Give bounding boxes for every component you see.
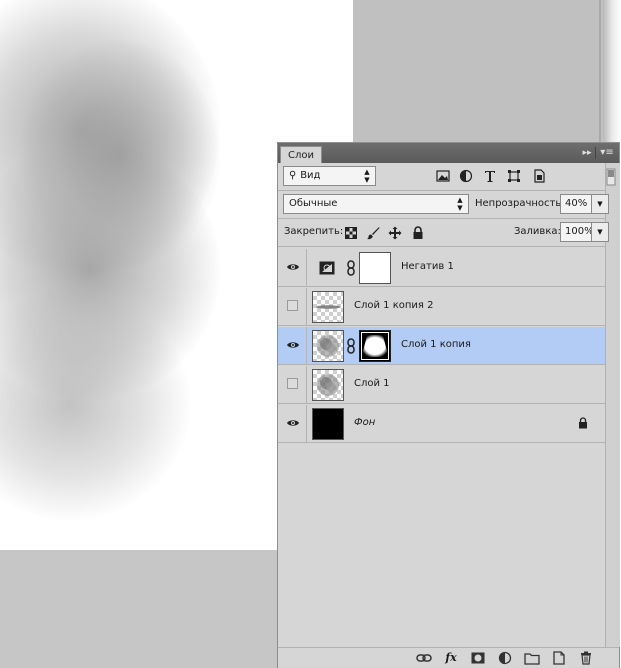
lock-position-icon[interactable] [388, 226, 402, 240]
layer-row-layer-1[interactable]: Слой 1 [278, 366, 605, 404]
layer-row-layer-1-copy[interactable]: Слой 1 копия [278, 327, 605, 365]
streak-thumbnail-content [316, 305, 340, 309]
visibility-toggle[interactable] [278, 249, 307, 286]
fill-dropdown-arrow-icon[interactable]: ▼ [591, 222, 609, 242]
layer-mask-thumbnail[interactable] [359, 330, 391, 362]
divider [278, 190, 605, 191]
eye-icon [287, 420, 299, 426]
layer-row-layer-1-copy-2[interactable]: Слой 1 копия 2 [278, 288, 605, 326]
eye-icon [287, 342, 299, 348]
fx-icon[interactable]: fx [443, 651, 459, 665]
dropdown-arrows-icon: ▲ ▼ [364, 168, 370, 184]
lock-label: Закрепить: [284, 226, 344, 237]
dropdown-arrows-icon: ▲ ▼ [457, 196, 463, 212]
layer-name: Негатив 1 [401, 261, 454, 272]
collapse-panel-icon[interactable]: ▸▸ [579, 145, 595, 161]
adjustment-filter-icon[interactable] [459, 169, 473, 183]
layer-name: Фон [354, 417, 376, 428]
workspace-background [0, 550, 280, 668]
adjustment-layer-icon [319, 261, 335, 275]
filter-kind-label: Вид [300, 170, 321, 181]
layer-name: Слой 1 [354, 378, 390, 389]
new-adjustment-icon[interactable] [497, 651, 513, 665]
lock-icon [579, 417, 587, 429]
layer-name: Слой 1 копия 2 [354, 300, 434, 311]
lock-image-pixels-icon[interactable] [366, 226, 380, 240]
layers-bottom-toolbar: fx [278, 647, 619, 668]
canvas-cloud-blur [20, 40, 220, 270]
filter-toggle-switch[interactable] [606, 168, 616, 186]
smart-object-filter-icon[interactable] [532, 169, 546, 183]
visibility-toggle[interactable] [278, 327, 307, 364]
shape-filter-icon[interactable] [507, 169, 521, 183]
mask-link-icon[interactable] [347, 338, 355, 354]
visibility-toggle[interactable] [278, 405, 307, 442]
layer-thumbnail[interactable] [312, 369, 344, 401]
visibility-off-box [287, 300, 298, 311]
visibility-toggle[interactable] [278, 288, 307, 325]
mask-link-icon[interactable] [347, 260, 355, 276]
blend-mode-dropdown[interactable]: Обычные ▲ ▼ [283, 194, 469, 214]
layer-mask-thumbnail[interactable] [359, 252, 391, 284]
layer-name: Слой 1 копия [401, 339, 471, 350]
opacity-field[interactable]: 40% [560, 194, 592, 214]
layer-row-background[interactable]: Фон [278, 405, 605, 443]
blend-mode-label: Обычные [289, 198, 338, 209]
add-mask-icon[interactable] [470, 651, 486, 665]
visibility-toggle[interactable] [278, 366, 307, 403]
opacity-dropdown-arrow-icon[interactable]: ▼ [591, 194, 609, 214]
new-group-icon[interactable] [524, 651, 540, 665]
layer-thumbnail[interactable] [312, 291, 344, 323]
divider [278, 218, 605, 219]
panel-menu-icon[interactable]: ▾≡ [598, 146, 616, 160]
eye-icon [287, 264, 299, 270]
cloud-thumbnail-content [317, 374, 339, 396]
new-layer-icon[interactable] [551, 651, 567, 665]
layer-row-negative-1[interactable]: Негатив 1 [278, 249, 605, 287]
search-icon: ⚲ [289, 170, 297, 181]
workspace-divider [599, 0, 601, 150]
filter-kind-dropdown[interactable]: ⚲ Вид ▲ ▼ [283, 166, 376, 186]
layers-panel: Слои ▸▸ ▾≡ ⚲ Вид ▲ ▼ Обычные ▲ ▼ Непрозрач [277, 142, 620, 668]
mask-thumbnail-content [362, 335, 388, 357]
fill-label: Заливка: [514, 226, 561, 237]
opacity-label: Непрозрачность: [475, 198, 565, 209]
fill-field[interactable]: 100% [560, 222, 594, 242]
cloud-thumbnail-content [317, 335, 339, 357]
lock-transparent-pixels-icon[interactable] [344, 226, 358, 240]
visibility-off-box [287, 378, 298, 389]
divider [278, 246, 605, 247]
image-filter-icon[interactable] [436, 169, 450, 183]
lock-all-icon[interactable] [411, 226, 425, 240]
type-filter-icon[interactable] [483, 169, 497, 183]
titlebar-separator [595, 147, 596, 159]
delete-layer-icon[interactable] [578, 651, 594, 665]
link-layers-icon[interactable] [416, 651, 432, 665]
panel-titlebar: Слои ▸▸ ▾≡ [278, 143, 619, 163]
layer-thumbnail[interactable] [312, 330, 344, 362]
tab-layers[interactable]: Слои [280, 146, 322, 163]
layer-thumbnail[interactable] [312, 408, 344, 440]
